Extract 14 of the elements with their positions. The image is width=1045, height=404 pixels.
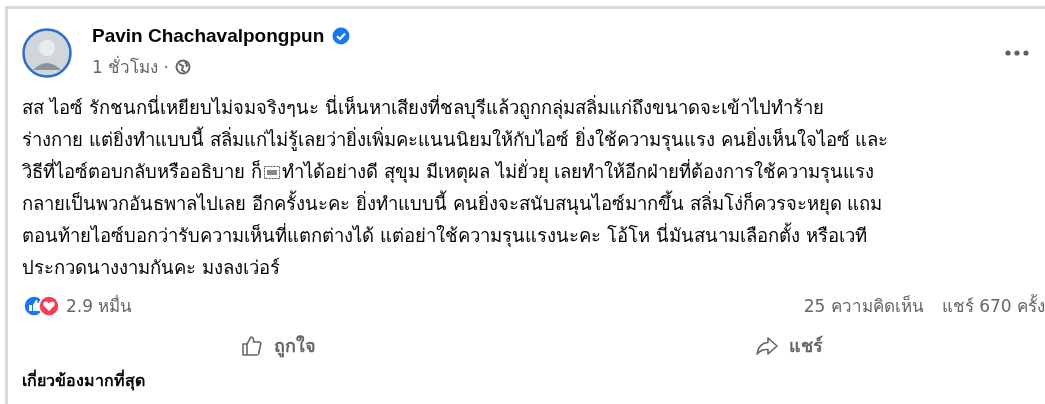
- post-text: สส ไอซ์ รักชนกนี่เหยียบไม่จมจริงๆนะ นี่เห็นหาเสียงที่ชลบุรีแล้วถูกกลุ่มสลิ่มแก่ถึงขนาดจะเข้าไปทำร้าย ร่างกาย แต่ยิ่งทำแบบนี้ สลิ่มแก่ไม่รู้เลยว่ายิ่งเพิ่มคะแนนนิยมให้กับไอซ์ ยิ่งใช้ความรุนแรง คนยิ่งเห็นใจไอซ์ และ วิธีที่ไอซ์ตอบกลับหรืออธิบาย ก็ ทำได้อย่างดี สุขุม มีเหตุผล ไม่ยั่วยุ เลยทำให้อีกฝ่ายที่ต้องการใช้ความรุนแรง กลายเป็นพวกอันธพาลไปเลย อีกครั้งนะคะ ยิ่งทำแบบนี้ คนยิ่งจะสนับสนุนไอซ์มากขึ้น สลิ่มโง่ก็ควรจะหยุด แถม ตอนท้ายไอซ์บอกว่ารับความเห็นที่แตกต่างได้ แต่อย่าใช้ความรุนแรงนะคะ โอ้โห นี่มันสนามเลือกตั้ง หรือเวที ประกวดนางงามกันคะ มงลงเว่อร์: [22, 94, 890, 280]
- share-button[interactable]: แชร์: [533, 325, 1045, 366]
- object-placeholder-icon: [263, 166, 280, 179]
- reaction-count[interactable]: 2.9 หมื่น: [66, 292, 133, 319]
- post-time[interactable]: 1 ชั่วโมง ·: [92, 53, 170, 80]
- like-love-reactions-icon[interactable]: [22, 294, 60, 317]
- comment-sort-dropdown[interactable]: เกี่ยวข้องมากที่สุด: [22, 368, 1045, 393]
- share-count[interactable]: แชร์ 670 ครั้ง: [941, 292, 1045, 319]
- thumbs-up-icon: [239, 333, 264, 358]
- like-button[interactable]: ถูกใจ: [22, 325, 534, 366]
- more-options-icon[interactable]: [1005, 49, 1029, 56]
- globe-icon: [175, 58, 192, 75]
- author-name[interactable]: Pavin Chachavalpongpun: [92, 25, 325, 47]
- comment-count[interactable]: 25 ความคิดเห็น: [803, 292, 924, 319]
